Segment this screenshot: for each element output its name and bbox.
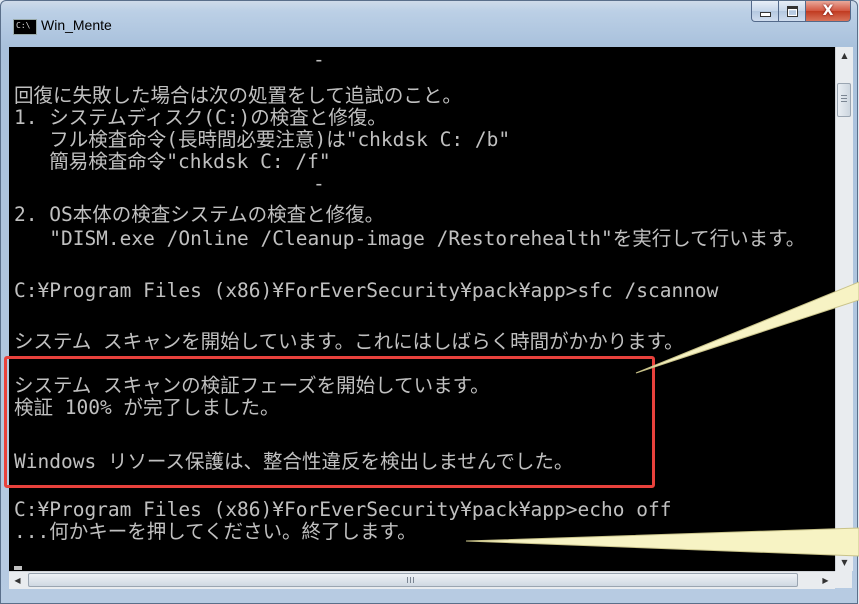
callout-pointers xyxy=(465,281,859,557)
callout-pointer-lower xyxy=(465,527,859,557)
callout-pointer-upper xyxy=(635,281,859,374)
